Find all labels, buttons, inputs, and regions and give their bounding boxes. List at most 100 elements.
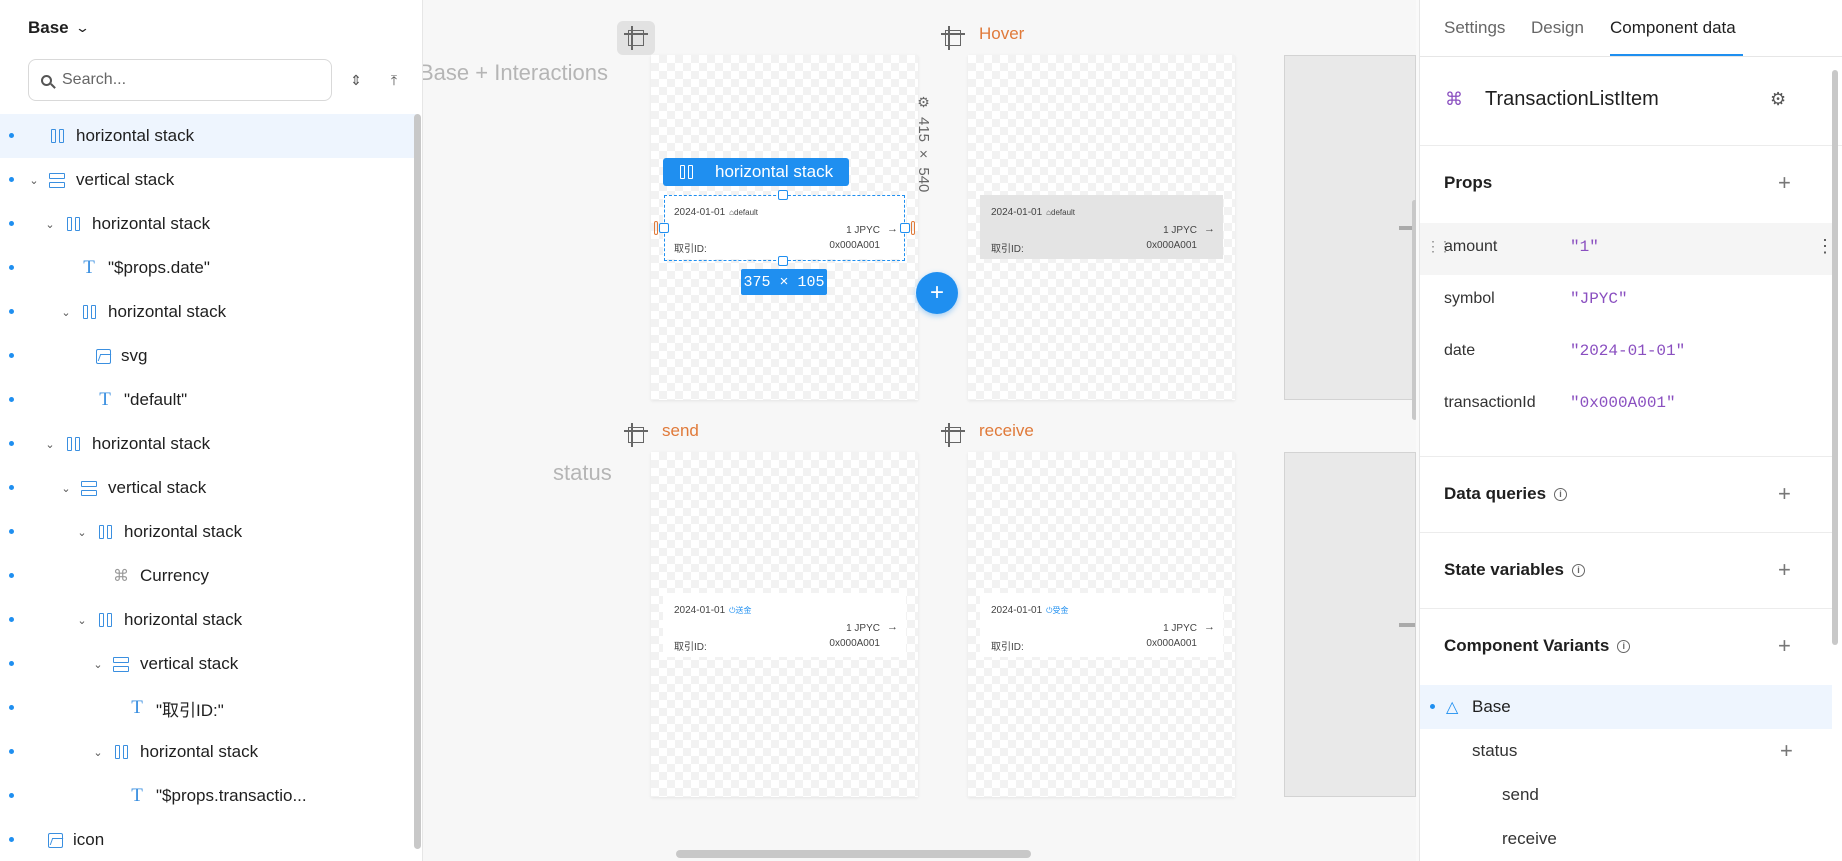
variant-group-status[interactable]: status [1472, 741, 1517, 761]
prop-value[interactable]: "0x000A001" [1570, 394, 1676, 412]
frame-icon[interactable] [941, 423, 965, 447]
prop-row-transaction-id[interactable]: transactionId "0x000A001" [1420, 379, 1832, 431]
transaction-card[interactable]: 2024-01-01 ⏻受金 1 JPYC → 取引ID: 0x000A001 [980, 593, 1223, 657]
layer-row[interactable]: ⌄T"$props.transactio... [0, 774, 416, 818]
chevron-down-icon[interactable]: ⌄ [28, 174, 40, 187]
chevron-down-icon[interactable]: ⌄ [76, 526, 88, 539]
variant-title-hover[interactable]: Hover [979, 24, 1024, 44]
frame-icon[interactable] [624, 423, 648, 447]
search-input[interactable] [60, 70, 304, 90]
variant-option-send[interactable]: send [1502, 785, 1539, 805]
prop-key: amount [1444, 238, 1498, 255]
artboard-receive[interactable]: 2024-01-01 ⏻受金 1 JPYC → 取引ID: 0x000A001 [968, 452, 1235, 797]
info-icon[interactable]: i [1572, 563, 1586, 577]
chevron-down-icon[interactable]: ⌄ [44, 218, 56, 231]
resize-handle-right[interactable] [900, 223, 910, 233]
component-icon: ⌘ [1445, 89, 1463, 109]
layer-row[interactable]: ⌄ vertical stack [0, 158, 416, 202]
resize-handle-bottom[interactable] [778, 256, 788, 266]
layer-row[interactable]: ⌄horizontal stack [0, 510, 416, 554]
frame-icon[interactable] [624, 26, 648, 50]
layer-row[interactable]: ⌄T"取引ID:" [0, 686, 416, 730]
layer-row[interactable]: ⌄horizontal stack [0, 290, 416, 334]
layer-row[interactable]: ⌄T"default" [0, 378, 416, 422]
artboard-hover[interactable]: 2024-01-01 ⌂default 1 JPYC → 取引ID: 0x000A… [968, 55, 1235, 400]
layer-row[interactable]: ⌄ vertical stack [0, 642, 416, 686]
layer-row[interactable]: ⌄⌘Currency [0, 554, 416, 598]
layer-row[interactable]: ⌄ vertical stack [0, 466, 416, 510]
search-box[interactable] [28, 59, 332, 101]
artboard-partial[interactable] [1284, 452, 1416, 797]
horizontal-stack-icon [64, 435, 82, 453]
inspector-scrollbar[interactable] [1832, 70, 1838, 645]
chevron-down-icon[interactable]: ⌄ [92, 746, 104, 759]
prop-row-amount[interactable]: ⋮⋮ amount "1" ⋮ [1420, 223, 1834, 275]
layer-row[interactable]: ⌄icon [0, 818, 416, 861]
chevron-down-icon[interactable]: ⌄ [92, 658, 104, 671]
layer-row[interactable]: ⌄horizontal stack [0, 114, 416, 158]
chevron-down-icon[interactable]: ⌄ [76, 614, 88, 627]
design-canvas[interactable]: Base + Interactions status Hover send re… [423, 0, 1416, 861]
info-icon[interactable]: i [1617, 639, 1631, 653]
info-icon[interactable]: i [1554, 487, 1568, 501]
add-data-query-plus-icon[interactable]: + [1778, 483, 1791, 505]
layer-row[interactable]: ⌄horizontal stack [0, 730, 416, 774]
padding-handle-right[interactable] [911, 221, 915, 235]
padding-handle-left[interactable] [654, 221, 658, 235]
gear-icon[interactable]: ⚙ [917, 94, 930, 111]
add-variant-plus-icon[interactable]: + [1778, 635, 1791, 657]
variant-title-receive[interactable]: receive [979, 421, 1034, 441]
add-state-variable-plus-icon[interactable]: + [1778, 559, 1791, 581]
arrow-right-icon: → [1204, 223, 1215, 235]
transaction-card[interactable]: 2024-01-01 ⌂default 1 JPYC → 取引ID: 0x000A… [980, 195, 1223, 259]
variant-selector[interactable]: Base ⌄ [28, 18, 90, 38]
variant-item-base[interactable]: △ Base [1420, 685, 1832, 729]
frame-icon[interactable] [941, 26, 965, 50]
inspector-panel: Settings Design Component data ⌘ Transac… [1419, 0, 1842, 861]
layer-dot [9, 793, 14, 798]
component-icon: ⌘ [113, 568, 129, 585]
layer-row[interactable]: ⌄T"$props.date" [0, 246, 416, 290]
selection-badge-label: horizontal stack [715, 162, 834, 181]
tab-component-data[interactable]: Component data [1610, 18, 1736, 38]
layer-row[interactable]: ⌄horizontal stack [0, 422, 416, 466]
prop-value[interactable]: "1" [1570, 238, 1599, 256]
chevron-down-icon[interactable]: ⌄ [60, 306, 72, 319]
card-amount: 1 JPYC [1163, 225, 1197, 236]
layer-row[interactable]: ⌄horizontal stack [0, 202, 416, 246]
row-label-base-interactions: Base + Interactions [423, 60, 608, 85]
add-variant-button[interactable]: + [916, 272, 958, 314]
card-amount: 1 JPYC [846, 623, 880, 634]
prop-row-symbol[interactable]: symbol "JPYC" [1420, 275, 1832, 327]
prop-value[interactable]: "JPYC" [1570, 290, 1628, 308]
layer-label: vertical stack [140, 654, 239, 673]
layer-dot [9, 617, 14, 622]
canvas-vertical-scrollbar[interactable] [1412, 200, 1416, 420]
add-prop-plus-icon[interactable]: + [1778, 172, 1791, 194]
variant-option-receive[interactable]: receive [1502, 829, 1557, 849]
layer-row[interactable]: ⌄horizontal stack [0, 598, 416, 642]
selection-outline[interactable] [664, 195, 905, 261]
gear-icon[interactable]: ⚙ [1770, 89, 1786, 110]
canvas-horizontal-scrollbar[interactable] [676, 850, 1031, 858]
layers-scrollbar[interactable] [414, 114, 421, 849]
artboard-partial[interactable] [1284, 55, 1416, 400]
collapse-all-icon[interactable]: ⤒ [384, 68, 404, 92]
state-variables-title: State variables i [1444, 560, 1586, 580]
layer-dot [9, 221, 14, 226]
layer-label: icon [73, 830, 105, 849]
resize-handle-top[interactable] [778, 190, 788, 200]
tab-settings[interactable]: Settings [1444, 18, 1505, 38]
expand-collapse-sort-icon[interactable]: ⇕ [346, 68, 366, 92]
prop-value[interactable]: "2024-01-01" [1570, 342, 1685, 360]
tab-design[interactable]: Design [1531, 18, 1584, 38]
artboard-send[interactable]: 2024-01-01 ⏻送金 1 JPYC → 取引ID: 0x000A001 [651, 452, 918, 797]
add-variant-option-plus-icon[interactable]: + [1780, 740, 1793, 762]
layer-row[interactable]: ⌄svg [0, 334, 416, 378]
transaction-card[interactable]: 2024-01-01 ⏻送金 1 JPYC → 取引ID: 0x000A001 [663, 593, 906, 657]
prop-row-date[interactable]: date "2024-01-01" [1420, 327, 1832, 379]
resize-handle-left[interactable] [659, 223, 669, 233]
chevron-down-icon[interactable]: ⌄ [44, 438, 56, 451]
variant-title-send[interactable]: send [662, 421, 699, 441]
chevron-down-icon[interactable]: ⌄ [60, 482, 72, 495]
